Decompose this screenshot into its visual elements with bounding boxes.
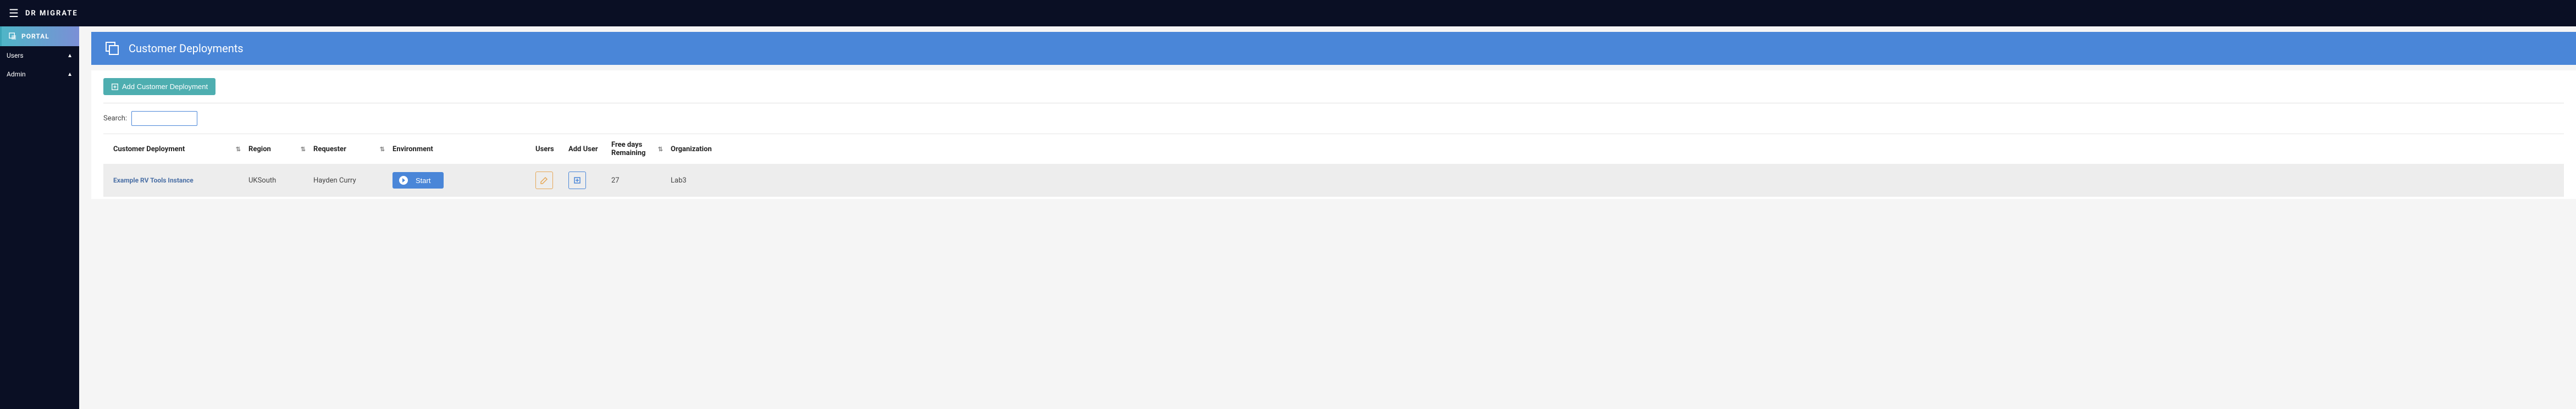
- search-label: Search:: [103, 114, 127, 123]
- deployments-icon: [103, 40, 121, 57]
- pencil-icon: [540, 176, 549, 185]
- col-header-region[interactable]: Region ⇅: [248, 141, 313, 157]
- col-header-users[interactable]: Users: [535, 141, 568, 157]
- start-button-label: Start: [416, 176, 430, 185]
- hamburger-menu-icon[interactable]: ☰: [9, 7, 19, 20]
- sort-icon: ⇅: [236, 146, 241, 153]
- plus-icon: [111, 83, 119, 91]
- col-header-adduser[interactable]: Add User: [568, 141, 611, 157]
- content-card: Add Customer Deployment Search: Customer…: [91, 70, 2576, 199]
- table-header-row: Customer Deployment ⇅ Region ⇅ Requester…: [103, 134, 2564, 164]
- sort-icon: ⇅: [301, 146, 306, 153]
- sidebar-item-admin[interactable]: Admin ▲: [0, 65, 79, 84]
- cell-organization: Lab3: [671, 176, 687, 185]
- sidebar-item-users[interactable]: Users ▲: [0, 46, 79, 65]
- page-title: Customer Deployments: [129, 42, 244, 55]
- brand-label: DR MIGRATE: [25, 9, 78, 18]
- search-row: Search:: [103, 111, 2564, 126]
- add-user-icon: [573, 176, 582, 185]
- sort-icon: ⇅: [380, 146, 385, 153]
- edit-users-button[interactable]: [535, 172, 553, 189]
- add-user-button[interactable]: [568, 172, 586, 189]
- col-header-organization[interactable]: Organization: [671, 141, 2564, 157]
- sidebar-item-label: Users: [7, 52, 24, 59]
- sidebar: PORTAL Users ▲ Admin ▲: [0, 26, 79, 409]
- sidebar-item-label: Admin: [7, 70, 26, 78]
- page-header: Customer Deployments: [91, 32, 2576, 65]
- add-button-label: Add Customer Deployment: [122, 82, 208, 91]
- sidebar-portal-tab[interactable]: PORTAL: [0, 26, 79, 46]
- sort-icon: ⇅: [658, 146, 663, 153]
- col-header-environment[interactable]: Environment: [393, 141, 535, 157]
- add-customer-deployment-button[interactable]: Add Customer Deployment: [103, 78, 215, 95]
- chevron-up-icon: ▲: [67, 53, 73, 59]
- start-button[interactable]: Start: [393, 172, 444, 189]
- portal-icon: [8, 32, 17, 41]
- table-row: Example RV Tools Instance UKSouth Hayden…: [103, 164, 2564, 197]
- deployment-name-link[interactable]: Example RV Tools Instance: [113, 176, 194, 184]
- deployments-table: Customer Deployment ⇅ Region ⇅ Requester…: [103, 134, 2564, 197]
- cell-requester: Hayden Curry: [313, 176, 356, 185]
- cell-region: UKSouth: [248, 176, 276, 185]
- search-input[interactable]: [131, 111, 197, 126]
- col-header-name[interactable]: Customer Deployment ⇅: [110, 141, 248, 157]
- play-icon: [399, 176, 408, 185]
- col-header-freedays[interactable]: Free days Remaining ⇅: [611, 141, 671, 157]
- chevron-up-icon: ▲: [67, 71, 73, 78]
- cell-freedays: 27: [611, 176, 620, 185]
- col-header-requester[interactable]: Requester ⇅: [313, 141, 393, 157]
- main-content: Customer Deployments Add Customer Deploy…: [79, 26, 2576, 409]
- sidebar-portal-label: PORTAL: [21, 32, 49, 40]
